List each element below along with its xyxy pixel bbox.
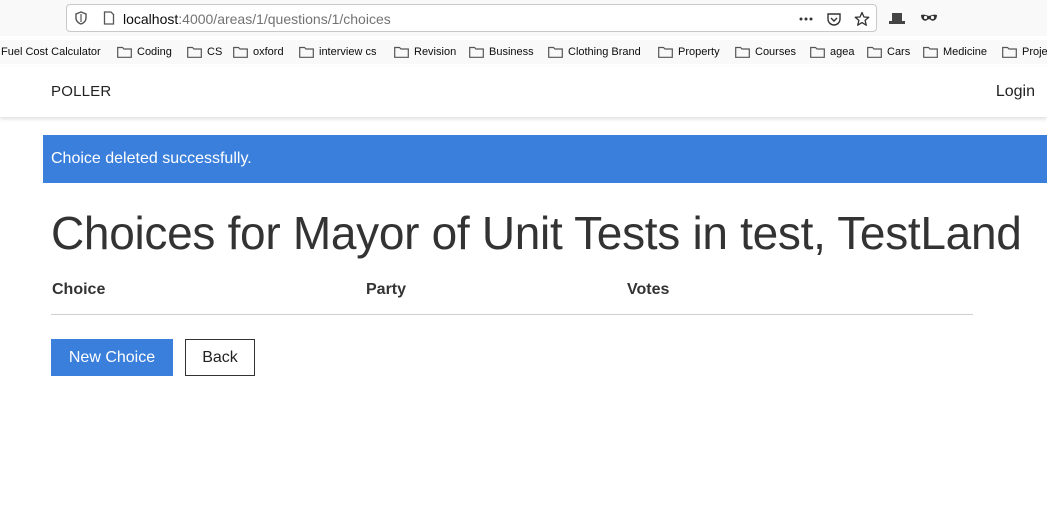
tracking-protection-shield-icon[interactable] <box>75 11 87 25</box>
folder-icon <box>187 46 202 58</box>
bookmark-label: oxford <box>253 46 284 58</box>
brand-logo-link[interactable]: POLLER <box>51 83 111 100</box>
folder-icon <box>299 46 314 58</box>
bookmarks-toolbar: Fuel Cost Calculator Coding CS oxford in… <box>0 40 1047 64</box>
new-choice-button[interactable]: New Choice <box>51 339 173 376</box>
url-path: :4000/areas/1/questions/1/choices <box>178 11 391 27</box>
bookmark-label: Fuel Cost Calculator <box>1 46 101 58</box>
folder-icon <box>867 46 882 58</box>
pocket-icon[interactable] <box>826 11 842 27</box>
bookmark-folder[interactable]: Business <box>469 45 534 59</box>
bookmark-label: Cars <box>887 46 911 58</box>
bookmark-item[interactable]: Fuel Cost Calculator <box>1 45 101 59</box>
bookmark-label: Revision <box>414 46 457 58</box>
bookmark-folder[interactable]: oxford <box>233 45 284 59</box>
bookmark-label: CS <box>207 46 223 58</box>
page-actions-ellipsis-icon[interactable] <box>798 11 814 27</box>
bookmark-folder[interactable]: Property <box>658 45 720 59</box>
bookmark-label: agea <box>830 46 855 58</box>
page-title: Choices for Mayor of Unit Tests in test,… <box>51 207 1022 259</box>
bookmark-folder[interactable]: Revision <box>394 45 456 59</box>
folder-icon <box>810 46 825 58</box>
private-browsing-mask-icon[interactable] <box>920 9 938 27</box>
bookmark-label: interview cs <box>319 46 377 58</box>
bookmark-label: Clothing Brand <box>568 46 641 58</box>
folder-icon <box>117 46 132 58</box>
back-button[interactable]: Back <box>185 339 255 376</box>
page-info-icon[interactable] <box>103 11 115 25</box>
flash-message: Choice deleted successfully. <box>43 135 1047 183</box>
bookmark-folder[interactable]: agea <box>810 45 854 59</box>
bookmark-label: Medicine <box>943 46 988 58</box>
folder-icon <box>394 46 409 58</box>
choices-table: Choice Party Votes <box>51 280 973 315</box>
address-bar[interactable]: localhost:4000/areas/1/questions/1/choic… <box>66 4 877 32</box>
bookmark-folder[interactable]: Medicine <box>923 45 987 59</box>
folder-icon <box>735 46 750 58</box>
bookmark-folder[interactable]: Courses <box>735 45 796 59</box>
bookmark-label: Coding <box>137 46 172 58</box>
bookmark-label: Proje <box>1022 46 1047 58</box>
login-link[interactable]: Login <box>996 83 1035 101</box>
folder-icon <box>923 46 938 58</box>
column-header-choice: Choice <box>52 281 106 298</box>
bookmark-label: Courses <box>755 46 796 58</box>
bookmark-folder[interactable]: CS <box>187 45 222 59</box>
folder-icon <box>233 46 248 58</box>
bookmark-label: Property <box>678 46 720 58</box>
column-header-votes: Votes <box>627 281 670 298</box>
bookmark-folder[interactable]: interview cs <box>299 45 376 59</box>
bookmark-folder[interactable]: Cars <box>867 45 910 59</box>
column-header-party: Party <box>366 281 407 298</box>
url-text[interactable]: localhost:4000/areas/1/questions/1/choic… <box>123 10 391 28</box>
app-navbar: POLLER Login <box>0 67 1047 117</box>
folder-icon <box>548 46 563 58</box>
bookmark-folder[interactable]: Coding <box>117 45 172 59</box>
folder-icon <box>658 46 673 58</box>
folder-icon <box>469 46 484 58</box>
browser-toolbar: localhost:4000/areas/1/questions/1/choic… <box>0 0 1047 36</box>
folder-icon <box>1002 46 1017 58</box>
url-host: localhost <box>123 11 179 27</box>
bookmark-label: Business <box>489 46 534 58</box>
bookmark-folder[interactable]: Proje <box>1002 45 1047 59</box>
hat-extension-icon[interactable] <box>888 9 906 27</box>
bookmark-star-icon[interactable] <box>854 11 870 27</box>
bookmark-folder[interactable]: Clothing Brand <box>548 45 641 59</box>
